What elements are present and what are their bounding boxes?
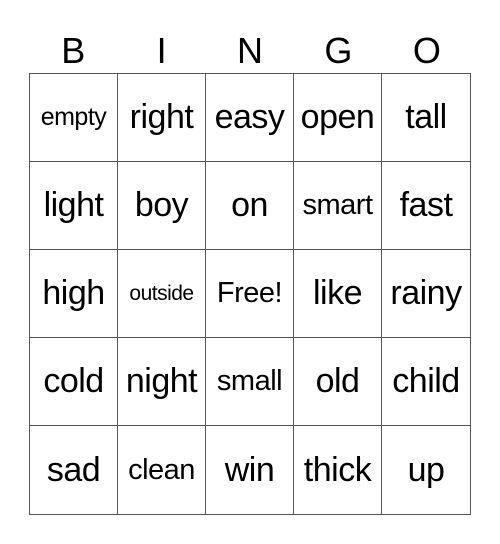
bingo-cell[interactable]: tall xyxy=(382,74,470,162)
bingo-cell[interactable]: thick xyxy=(294,426,382,514)
bingo-cell[interactable]: high xyxy=(30,250,118,338)
bingo-cell[interactable]: smart xyxy=(294,162,382,250)
header-letter-o: O xyxy=(412,30,441,71)
bingo-cell[interactable]: fast xyxy=(382,162,470,250)
bingo-cell[interactable]: empty xyxy=(30,74,118,162)
bingo-cell[interactable]: small xyxy=(206,338,294,426)
header-letter-i: I xyxy=(156,30,167,71)
bingo-card-grid: empty right easy open tall light boy on … xyxy=(29,73,471,515)
header-letter-n: N xyxy=(237,30,264,71)
bingo-header: B I N G O xyxy=(29,30,471,72)
bingo-cell[interactable]: night xyxy=(118,338,206,426)
header-letter-g: G xyxy=(324,30,353,71)
bingo-cell[interactable]: right xyxy=(118,74,206,162)
bingo-cell[interactable]: rainy xyxy=(382,250,470,338)
bingo-cell[interactable]: up xyxy=(382,426,470,514)
bingo-cell[interactable]: on xyxy=(206,162,294,250)
bingo-cell[interactable]: clean xyxy=(118,426,206,514)
bingo-cell[interactable]: boy xyxy=(118,162,206,250)
bingo-cell[interactable]: cold xyxy=(30,338,118,426)
bingo-cell[interactable]: open xyxy=(294,74,382,162)
bingo-cell[interactable]: like xyxy=(294,250,382,338)
free-space-cell[interactable]: Free! xyxy=(206,250,294,338)
bingo-cell[interactable]: light xyxy=(30,162,118,250)
bingo-cell[interactable]: win xyxy=(206,426,294,514)
bingo-cell[interactable]: child xyxy=(382,338,470,426)
bingo-cell[interactable]: old xyxy=(294,338,382,426)
bingo-cell[interactable]: easy xyxy=(206,74,294,162)
header-letter-b: B xyxy=(61,30,86,71)
bingo-cell[interactable]: outside xyxy=(118,250,206,338)
bingo-cell[interactable]: sad xyxy=(30,426,118,514)
